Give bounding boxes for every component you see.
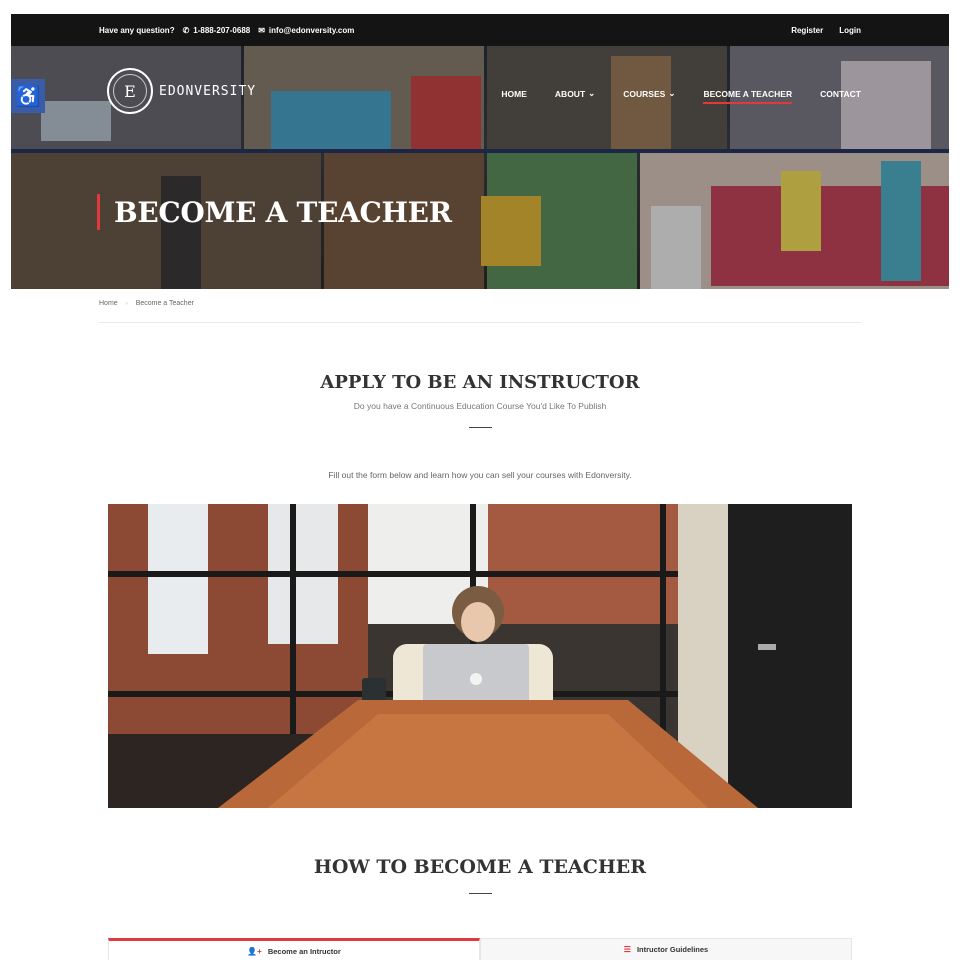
nav-teacher-label: BECOME A TEACHER (703, 88, 793, 99)
nav-item-contact[interactable]: CONTACT (820, 88, 861, 99)
phone-icon: ✆ (182, 26, 190, 35)
office-scene (108, 504, 852, 808)
tab-label: Intructor Guidelines (636, 945, 709, 954)
chevron-down-icon: ⌄ (668, 88, 676, 98)
tab-instructor-guidelines[interactable]: ☰ Intructor Guidelines (480, 938, 852, 960)
accessibility-button[interactable]: ♿ (11, 79, 45, 113)
breadcrumb-current: Become a Teacher (135, 300, 194, 307)
breadcrumb-divider (99, 322, 861, 323)
nav-home-label: HOME (501, 88, 527, 99)
logo-badge-icon: E (107, 68, 153, 114)
tab-become-an-instructor[interactable]: 👤+ Become an Intructor (108, 938, 480, 960)
how-title-rule (469, 893, 492, 894)
apply-title: APPLY TO BE AN INSTRUCTOR (320, 372, 640, 393)
nav-item-courses[interactable]: COURSES ⌄ (623, 88, 675, 99)
nav-item-become-a-teacher[interactable]: BECOME A TEACHER (703, 88, 793, 104)
wheelchair-icon: ♿ (15, 85, 41, 108)
title-accent-bar (97, 194, 100, 230)
instructor-photo (108, 504, 852, 808)
photo-divider (11, 149, 949, 153)
breadcrumb-home[interactable]: Home (99, 300, 118, 307)
nav-contact-label: CONTACT (820, 88, 861, 99)
site-logo[interactable]: E EDONVERSITY (107, 68, 256, 114)
logo-text: EDONVERSITY (159, 83, 257, 99)
nav-courses-label: COURSES (623, 88, 666, 99)
how-title: HOW TO BECOME A TEACHER (313, 856, 647, 878)
envelope-icon: ✉ (258, 26, 265, 35)
hero-title-block: BECOME A TEACHER (97, 194, 452, 230)
nav-item-about[interactable]: ABOUT ⌄ (555, 88, 595, 99)
breadcrumb-separator-icon: › (125, 300, 128, 307)
apply-subtitle: Do you have a Continuous Education Cours… (353, 401, 607, 411)
phone-number: 1-888-207-0688 (193, 26, 251, 35)
nav-about-label: ABOUT (554, 88, 586, 99)
apply-intro: Fill out the form below and learn how yo… (328, 470, 632, 480)
register-link[interactable]: Register (791, 26, 823, 35)
top-bar: Have any question? ✆ 1-888-207-0688 ✉ in… (11, 14, 949, 46)
page-title: BECOME A TEACHER (114, 195, 452, 229)
email-address: info@edonversity.com (268, 26, 355, 35)
list-icon: ☰ (623, 945, 631, 954)
phone-link[interactable]: ✆ 1-888-207-0688 (183, 26, 251, 35)
tab-label: Become an Intructor (267, 947, 341, 956)
apply-title-rule (469, 427, 492, 428)
email-link[interactable]: ✉ info@edonversity.com (258, 26, 354, 35)
hero-banner: E EDONVERSITY HOME ABOUT ⌄ COURSES ⌄ BECOM… (11, 46, 949, 289)
nav-item-home[interactable]: HOME (501, 88, 527, 99)
breadcrumb: Home › Become a Teacher (99, 300, 194, 307)
user-plus-icon: 👤+ (247, 947, 262, 956)
question-text: Have any question? (99, 26, 175, 35)
chevron-down-icon: ⌄ (588, 88, 596, 98)
teacher-tabs: 👤+ Become an Intructor ☰ Intructor Guide… (108, 938, 852, 960)
login-link[interactable]: Login (839, 26, 861, 35)
main-nav: HOME ABOUT ⌄ COURSES ⌄ BECOME A TEACHER CO… (501, 88, 861, 104)
